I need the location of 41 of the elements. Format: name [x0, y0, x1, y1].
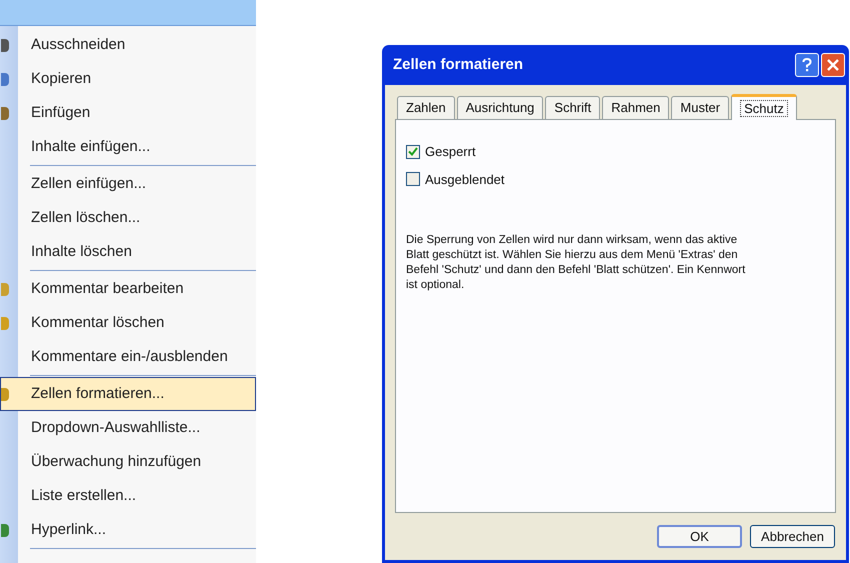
tab[interactable]: Rahmen: [602, 96, 670, 119]
menu-item-icon: [1, 317, 9, 330]
checkmark-icon: [408, 147, 418, 156]
menu-item[interactable]: Zellen einfügen...: [0, 167, 256, 201]
menu-item[interactable]: Kommentar bearbeiten: [0, 272, 256, 306]
menu-item[interactable]: Einfügen: [0, 96, 256, 130]
menu-item-icon: [1, 73, 9, 86]
menu-item[interactable]: Inhalte löschen: [0, 235, 256, 269]
checkbox-label: Ausgeblendet: [425, 170, 505, 189]
tab[interactable]: Ausrichtung: [456, 96, 544, 119]
menu-item[interactable]: Kopieren: [0, 62, 256, 96]
tab[interactable]: Schrift: [545, 96, 600, 119]
menu-item[interactable]: Kommentar löschen: [0, 306, 256, 340]
checkbox[interactable]: [406, 172, 420, 186]
dialog-button[interactable]: Abbrechen: [750, 525, 835, 548]
menu-item[interactable]: Dropdown-Auswahlliste...: [0, 411, 256, 445]
help-button[interactable]: [795, 53, 819, 77]
menu-item[interactable]: Überwachung hinzufügen: [0, 445, 256, 479]
window-title: Zellen formatieren: [393, 54, 524, 75]
menu-item[interactable]: Inhalte einfügen...: [0, 130, 256, 164]
tab[interactable]: Muster: [671, 96, 730, 119]
menu-item[interactable]: Zellen löschen...: [0, 201, 256, 235]
menu-item[interactable]: Liste erstellen...: [0, 479, 256, 513]
menu-item-icon: [1, 107, 9, 120]
dialog-button[interactable]: OK: [657, 525, 742, 548]
menu-item[interactable]: Zellen formatieren...: [0, 377, 256, 411]
info-text: Die Sperrung von Zellen wird nur dann wirksam, wenn das aktive Blatt geschützt ist. Wählen Sie hierzu aus dem Menü 'Extras' den Befehl 'Schutz' und dann den Befehl 'Blatt schützen'. Ein Kennwort ist optional.: [406, 233, 746, 293]
close-button[interactable]: [821, 53, 845, 77]
tab[interactable]: Zahlen: [397, 96, 455, 119]
menu-item-icon: [1, 524, 9, 537]
tab[interactable]: Schutz: [731, 94, 797, 120]
menu-item-icon: [1, 283, 9, 296]
menu-item[interactable]: Ausschneiden: [0, 28, 256, 62]
menu-item[interactable]: Hyperlink...: [0, 513, 256, 547]
close-icon: [827, 59, 839, 71]
checkbox-label: Gesperrt: [425, 143, 476, 161]
question-icon: [802, 58, 812, 72]
menu-item[interactable]: Kommentare ein-/ausblenden: [0, 340, 256, 374]
menu-item-icon: [1, 39, 9, 52]
menu-item-icon: [1, 388, 9, 401]
checkbox[interactable]: [406, 144, 420, 159]
